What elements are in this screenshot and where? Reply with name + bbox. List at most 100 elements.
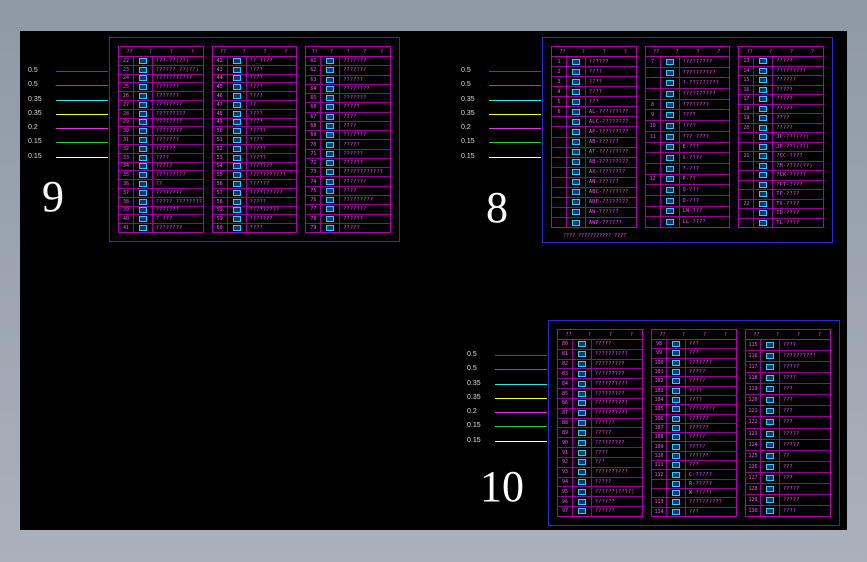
table-row[interactable]: 33???? bbox=[119, 153, 203, 163]
table-row[interactable]: ADP-???????? bbox=[552, 197, 636, 208]
table-row[interactable]: TD-???? bbox=[739, 209, 824, 219]
table-row[interactable]: 89????? bbox=[558, 428, 642, 439]
table-row[interactable]: AB-?????? bbox=[552, 137, 636, 148]
table-row[interactable]: ?????????? bbox=[645, 67, 730, 79]
table-row[interactable]: 17????? bbox=[739, 95, 824, 105]
table-row[interactable]: AP-????????? bbox=[552, 127, 636, 138]
table-row[interactable]: 104???? bbox=[652, 395, 736, 406]
table-row[interactable]: ?-??? bbox=[645, 163, 730, 175]
table-row[interactable]: AB-????????? bbox=[552, 157, 636, 168]
table-row[interactable]: 44???? bbox=[212, 74, 297, 84]
table-row[interactable]: E-??? bbox=[645, 142, 730, 154]
table-row[interactable]: 46???? bbox=[212, 92, 297, 101]
table-row[interactable]: 36?? bbox=[119, 180, 203, 189]
table-row[interactable]: 2???? bbox=[552, 67, 636, 78]
table-row[interactable]: AX-???????? bbox=[552, 167, 636, 178]
table-row[interactable]: 83????????? bbox=[558, 369, 642, 380]
table-row[interactable]: 124????? bbox=[746, 439, 830, 451]
table-row[interactable]: TP-???? bbox=[739, 190, 824, 200]
table-row[interactable]: 25??????? bbox=[119, 83, 203, 93]
table-row[interactable]: 80????? bbox=[558, 340, 642, 350]
sheet-9[interactable]: ????? 22 ???-??(??) 23?????? ??(??) 24??????… bbox=[109, 37, 400, 242]
table-row[interactable]: 112 C-????? bbox=[652, 470, 736, 480]
table-row[interactable]: 68???? bbox=[306, 121, 391, 132]
table-row[interactable]: 117????? bbox=[746, 362, 830, 374]
table-row[interactable]: 54??????? bbox=[212, 162, 297, 172]
table-row[interactable]: 109????? bbox=[652, 442, 736, 452]
table-row[interactable]: W-????? bbox=[652, 489, 736, 499]
table-row[interactable]: 6 AL-????????? bbox=[552, 107, 636, 118]
table-row[interactable]: 53????? bbox=[212, 153, 297, 163]
table-row[interactable]: 23 ?????? ??(??) bbox=[119, 65, 203, 75]
table-row[interactable]: ?CK-????? bbox=[739, 171, 824, 181]
table-row[interactable]: 48???? bbox=[212, 109, 297, 119]
table-row[interactable]: ?H-????(??) bbox=[739, 161, 824, 171]
table-row[interactable]: 10???? bbox=[645, 121, 730, 132]
table-row[interactable]: 102????? bbox=[652, 377, 736, 387]
table-row[interactable]: LN-??? bbox=[645, 206, 730, 218]
table-row[interactable]: 58????? bbox=[212, 197, 297, 207]
table-row[interactable]: 81?????????? bbox=[558, 349, 642, 360]
table-row[interactable]: 130???? bbox=[746, 505, 830, 516]
table-row[interactable]: 61??????? bbox=[306, 57, 391, 67]
table-row[interactable]: 21 ?CC-???? bbox=[739, 152, 824, 162]
table-row[interactable]: 84?????????? bbox=[558, 379, 642, 390]
table-row[interactable]: AWP-?????? bbox=[552, 218, 636, 228]
table-row[interactable]: ?????????? bbox=[645, 89, 730, 100]
table-row[interactable]: LL-???? bbox=[646, 217, 730, 227]
table-row[interactable]: 59??????? bbox=[212, 215, 297, 225]
table-row[interactable]: AW-?????? bbox=[552, 207, 636, 218]
table-row[interactable]: 126??? bbox=[746, 461, 830, 473]
table-row[interactable]: 7????????? bbox=[645, 57, 730, 68]
table-row[interactable]: 32?????? bbox=[119, 144, 203, 154]
table-row[interactable]: 29???????? bbox=[119, 118, 203, 128]
table-row[interactable]: 19???? bbox=[739, 114, 824, 124]
table-row[interactable]: 127??? bbox=[746, 472, 830, 484]
table-row[interactable]: 129????? bbox=[746, 494, 830, 506]
table-row[interactable]: 41???????? bbox=[119, 224, 203, 232]
table-row[interactable]: 31??????? bbox=[119, 136, 203, 145]
table-row[interactable]: 57?????????? bbox=[212, 188, 297, 198]
table-row[interactable]: ?-????????? bbox=[645, 78, 730, 90]
table-row[interactable]: JP-???(??) bbox=[739, 142, 824, 152]
table-row[interactable]: 18????? bbox=[739, 104, 824, 114]
table-row[interactable]: 9???? bbox=[645, 110, 730, 122]
table-row[interactable]: 99??? bbox=[652, 349, 736, 359]
table-row[interactable]: 106?????? bbox=[652, 414, 736, 424]
table-row[interactable]: 49???? bbox=[212, 118, 297, 128]
table-row[interactable]: 110?????? bbox=[652, 451, 736, 462]
table-row[interactable]: 16????? bbox=[739, 85, 824, 95]
table-row[interactable]: 52????? bbox=[212, 144, 297, 154]
table-row[interactable]: 56?????? bbox=[212, 180, 297, 189]
table-row[interactable]: 122??? bbox=[746, 417, 830, 429]
table-row[interactable]: 62??????? bbox=[306, 66, 391, 76]
table-row[interactable]: 70????? bbox=[306, 140, 391, 150]
table-row[interactable]: 73???????????? bbox=[306, 168, 391, 178]
table-row[interactable]: 113?????????? bbox=[652, 498, 736, 508]
table-row[interactable]: 64???????? bbox=[306, 84, 391, 95]
table-row[interactable]: 114??? bbox=[652, 507, 736, 516]
table-row[interactable]: 50????? bbox=[212, 127, 297, 137]
table-row[interactable]: Q-??? bbox=[645, 185, 730, 196]
table-row[interactable]: 4???? bbox=[552, 87, 636, 98]
table-row[interactable]: 8???????? bbox=[645, 99, 730, 111]
table-row[interactable]: 55??????????? bbox=[212, 171, 297, 181]
table-row[interactable]: 88?????? bbox=[558, 418, 642, 429]
table-row[interactable]: 27???????? bbox=[119, 100, 203, 110]
table-row[interactable]: 40 ?_??? bbox=[119, 215, 203, 225]
table-row[interactable]: 71?????? bbox=[306, 149, 391, 159]
table-row[interactable]: 118???? bbox=[746, 373, 830, 385]
table-row[interactable]: 98??? bbox=[652, 340, 736, 350]
table-row[interactable]: 67???? bbox=[306, 112, 391, 122]
table-row[interactable]: 74??????? bbox=[306, 177, 391, 187]
table-row[interactable]: 5??? bbox=[552, 97, 636, 108]
table-row[interactable]: 97?????? bbox=[558, 507, 642, 516]
table-row[interactable]: 38 ?????_???????? bbox=[119, 197, 203, 207]
table-row[interactable]: AN-?????? bbox=[552, 177, 636, 188]
table-row[interactable]: 116?????????? bbox=[746, 351, 830, 363]
table-row[interactable]: 35????????? bbox=[119, 171, 203, 181]
table-row[interactable]: 65??????? bbox=[306, 94, 391, 104]
table-row[interactable]: 103???? bbox=[652, 386, 736, 396]
table-row[interactable]: 37???????? bbox=[119, 188, 203, 198]
table-row[interactable]: 47?? bbox=[212, 100, 297, 110]
